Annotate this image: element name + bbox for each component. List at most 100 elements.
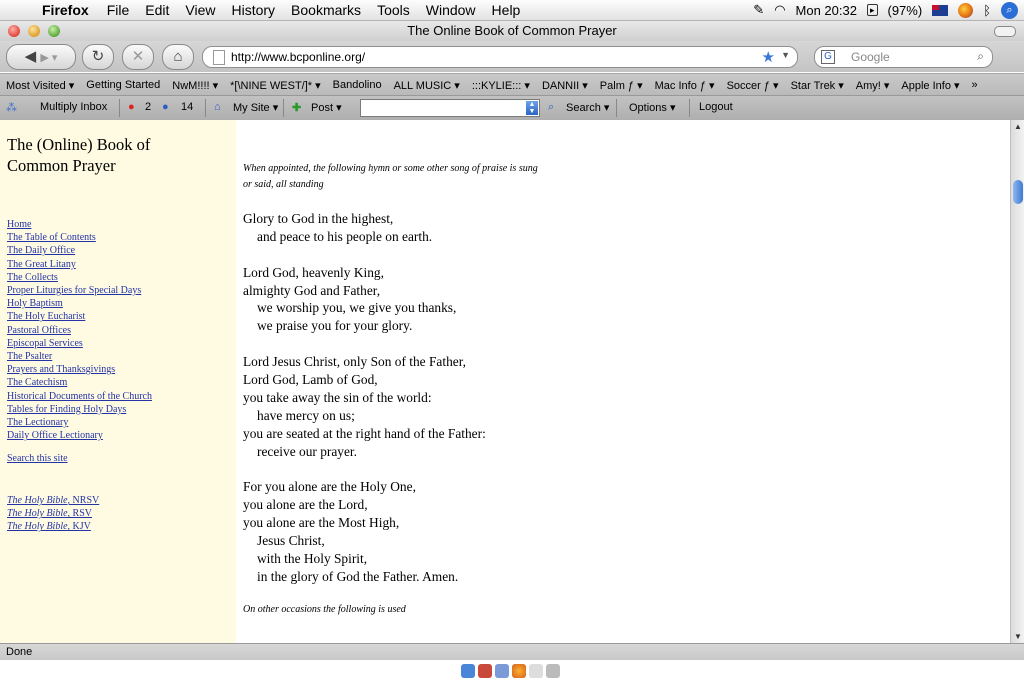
hymn-line: Lord Jesus Christ, only Son of the Fathe… (243, 354, 466, 370)
bookmark-item[interactable]: Star Trek ▾ (785, 79, 850, 92)
bookmark-item[interactable]: Apple Info ▾ (895, 79, 965, 92)
bookmark-item[interactable]: *[\NINE WEST/]* ▾ (224, 79, 326, 92)
bookmark-item[interactable]: ALL MUSIC ▾ (388, 79, 466, 92)
search-placeholder[interactable]: Google (851, 50, 890, 64)
stanza-break (243, 335, 486, 353)
nav-link-lectionary[interactable]: The Lectionary (7, 416, 152, 429)
bookmark-item[interactable]: DANNII ▾ (536, 79, 594, 92)
zoom-window-button[interactable] (48, 25, 60, 37)
menu-tools[interactable]: Tools (369, 2, 418, 18)
search-magnifier-icon[interactable]: ⌕ (977, 49, 984, 64)
bookmark-item[interactable]: Mac Info ƒ ▾ (649, 79, 721, 92)
bookmark-item[interactable]: NwM!!!! ▾ (166, 79, 224, 92)
battery-percent[interactable]: (97%) (888, 3, 923, 18)
google-engine-icon[interactable]: G (821, 50, 835, 64)
close-window-button[interactable] (8, 25, 20, 37)
bookmark-item[interactable]: Getting Started (80, 79, 166, 91)
options-menu[interactable]: Options ▾ (629, 101, 676, 114)
menu-clock[interactable]: Mon 20:32 (796, 3, 857, 18)
bookmark-item[interactable]: Amy! ▾ (850, 79, 896, 92)
contacts-icon[interactable]: ● (162, 101, 169, 113)
input-flag-icon[interactable] (932, 4, 949, 16)
back-arrow-icon[interactable]: ◀ (25, 48, 37, 65)
post-menu[interactable]: Post ▾ (311, 101, 342, 114)
vertical-scrollbar[interactable]: ▲ ▼ (1010, 120, 1024, 643)
forward-arrow-icon[interactable]: ▶ ▾ (40, 52, 57, 64)
battery-icon[interactable]: ▸ (866, 4, 878, 16)
window-titlebar: The Online Book of Common Prayer (0, 21, 1024, 41)
url-text[interactable]: http://www.bcponline.org/ (231, 50, 365, 64)
bookmark-item[interactable]: Bandolino (327, 79, 388, 91)
nav-link-collects[interactable]: The Collects (7, 271, 152, 284)
messages-bubble-icon[interactable]: ● (128, 101, 135, 113)
contacts-count[interactable]: 14 (181, 101, 193, 113)
menu-window[interactable]: Window (418, 2, 484, 18)
url-bar[interactable]: http://www.bcponline.org/ ★ ▼ (202, 46, 798, 68)
nav-link-table-of-contents[interactable]: The Table of Contents (7, 231, 152, 244)
bookmark-item[interactable]: Palm ƒ ▾ (594, 79, 649, 92)
back-forward-buttons[interactable]: ◀ ▶ ▾ (6, 44, 76, 70)
script-menu-icon[interactable]: ✎ (753, 2, 764, 18)
bookmark-item[interactable]: Most Visited ▾ (0, 79, 80, 92)
bible-link-kjv[interactable]: The Holy Bible, KJV (7, 520, 99, 533)
menu-edit[interactable]: Edit (137, 2, 177, 18)
bookmark-star-icon[interactable]: ★ (762, 48, 775, 66)
nav-link-pastoral-offices[interactable]: Pastoral Offices (7, 324, 152, 337)
bookmark-item[interactable]: :::KYLIE::: ▾ (466, 79, 536, 92)
menu-view[interactable]: View (177, 2, 223, 18)
finder-icon[interactable] (461, 664, 475, 678)
search-bar[interactable]: G Google ⌕ (814, 46, 993, 68)
toolbar-toggle-button[interactable] (994, 26, 1016, 37)
my-site-menu[interactable]: My Site ▾ (233, 101, 278, 114)
firefox-dock-icon[interactable] (512, 664, 526, 678)
utilities-icon[interactable] (529, 664, 543, 678)
app-icon[interactable] (495, 664, 509, 678)
multiply-inbox-button[interactable]: Multiply Inbox (40, 101, 107, 113)
nav-link-historical-documents[interactable]: Historical Documents of the Church (7, 390, 152, 403)
wifi-icon[interactable]: ◠ (774, 2, 785, 18)
bible-link-rsv[interactable]: The Holy Bible, RSV (7, 507, 99, 520)
menu-bookmarks[interactable]: Bookmarks (283, 2, 369, 18)
bookmarks-overflow[interactable]: » (966, 79, 984, 91)
search-site-link[interactable]: Search this site (7, 453, 68, 464)
nav-link-proper-liturgies[interactable]: Proper Liturgies for Special Days (7, 284, 152, 297)
menu-app-name[interactable]: Firefox (38, 2, 99, 18)
toolbar-search-button[interactable]: Search ▾ (566, 101, 609, 114)
nav-link-catechism[interactable]: The Catechism (7, 376, 152, 389)
url-dropdown-icon[interactable]: ▼ (781, 50, 790, 60)
nav-link-daily-office[interactable]: The Daily Office (7, 244, 152, 257)
minimize-window-button[interactable] (28, 25, 40, 37)
nav-link-holy-days-tables[interactable]: Tables for Finding Holy Days (7, 403, 152, 416)
messages-count[interactable]: 2 (145, 101, 151, 113)
scrollbar-thumb[interactable] (1013, 180, 1023, 204)
menu-bar: Firefox File Edit View History Bookmarks… (0, 0, 1024, 21)
dock-area (0, 660, 1024, 683)
spotlight-icon[interactable]: ⌕ (1001, 1, 1018, 19)
bible-link-nrsv[interactable]: The Holy Bible, NRSV (7, 494, 99, 507)
menu-file[interactable]: File (99, 2, 138, 18)
bookmark-item[interactable]: Soccer ƒ ▾ (721, 79, 785, 92)
input-stepper-icon[interactable]: ▲ ▼ (526, 101, 538, 115)
logout-button[interactable]: Logout (699, 101, 733, 113)
nav-link-psalter[interactable]: The Psalter (7, 350, 152, 363)
nav-link-prayers[interactable]: Prayers and Thanksgivings (7, 363, 152, 376)
reload-button[interactable]: ↻ (82, 44, 114, 70)
nav-link-daily-office-lectionary[interactable]: Daily Office Lectionary (7, 429, 152, 442)
nav-link-holy-baptism[interactable]: Holy Baptism (7, 297, 152, 310)
nav-link-great-litany[interactable]: The Great Litany (7, 258, 152, 271)
scroll-up-arrow-icon[interactable]: ▲ (1014, 122, 1022, 131)
nav-link-episcopal-services[interactable]: Episcopal Services (7, 337, 152, 350)
nav-link-holy-eucharist[interactable]: The Holy Eucharist (7, 310, 152, 323)
firefox-icon[interactable] (958, 2, 974, 18)
nav-link-home[interactable]: Home (7, 218, 152, 231)
bluetooth-icon[interactable]: ᛒ (983, 3, 991, 18)
stop-button[interactable]: ✕ (122, 44, 154, 70)
trash-icon[interactable] (546, 664, 560, 678)
scroll-down-arrow-icon[interactable]: ▼ (1014, 632, 1022, 641)
multiply-logo-icon[interactable]: ⁂ (6, 101, 17, 114)
home-button[interactable]: ⌂ (162, 44, 194, 70)
menu-help[interactable]: Help (484, 2, 529, 18)
toolbar-search-input[interactable]: ▲ ▼ (360, 99, 540, 117)
menu-history[interactable]: History (223, 2, 283, 18)
calendar-icon[interactable] (478, 664, 492, 678)
